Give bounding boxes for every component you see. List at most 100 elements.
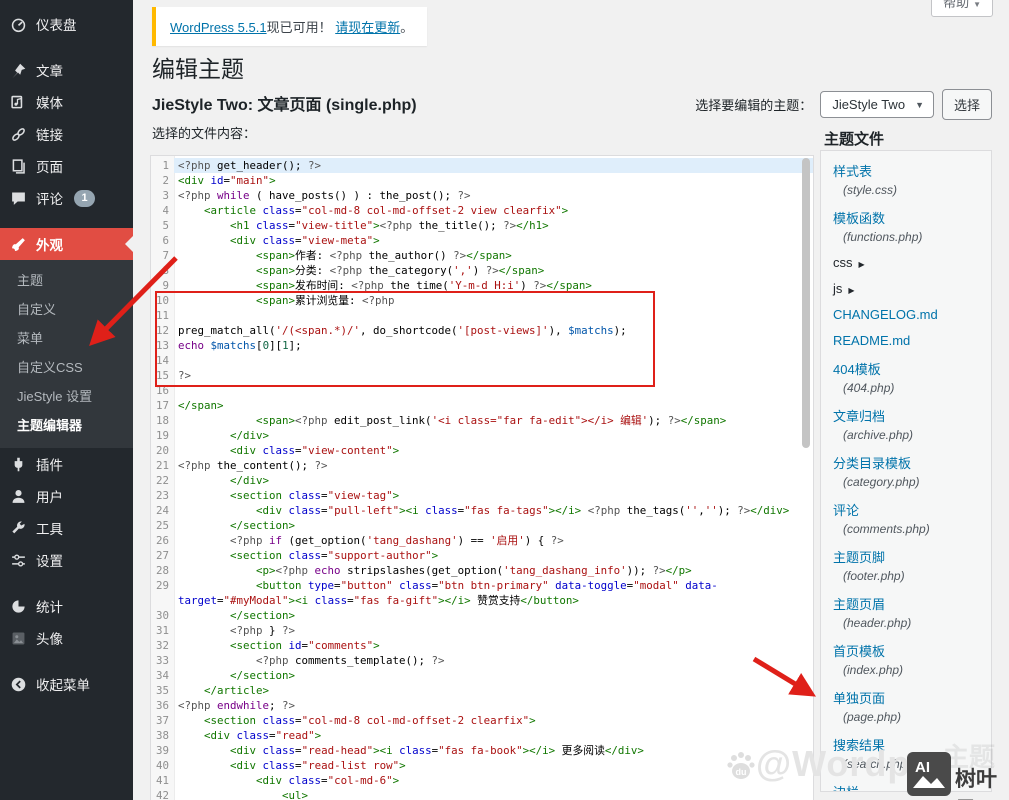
code-text: <h1 class="view-title"><?php the_title()… <box>174 218 813 233</box>
file-item-category-php[interactable]: 分类目录模板(category.php) <box>821 447 991 494</box>
code-text: </section> <box>174 608 813 623</box>
submenu-item-menus[interactable]: 菜单 <box>0 323 133 352</box>
file-item-readme-md[interactable]: README.md <box>821 327 991 353</box>
file-item-404-php[interactable]: 404模板(404.php) <box>821 353 991 400</box>
sidebar-item-label: 用户 <box>36 486 63 506</box>
menu-separator <box>0 214 133 228</box>
chevron-down-icon: ▼ <box>915 100 924 110</box>
media-icon <box>9 93 27 111</box>
file-link: css▶ <box>833 255 981 270</box>
file-item-sidebar-php[interactable]: 边栏(sidebar.php) <box>821 776 991 792</box>
file-item-functions-php[interactable]: 模板函数(functions.php) <box>821 202 991 249</box>
code-line: 2<div id="main"> <box>151 173 813 188</box>
sidebar-item-links[interactable]: 链接 <box>0 118 133 150</box>
sidebar-item-dashboard[interactable]: 仪表盘 <box>0 8 133 40</box>
file-item-archive-php[interactable]: 文章归档(archive.php) <box>821 400 991 447</box>
file-item-page-php[interactable]: 单独页面(page.php) <box>821 682 991 729</box>
tools-icon <box>9 519 27 537</box>
code-text: <div class="view-meta"> <box>174 233 813 248</box>
line-number: 39 <box>151 743 174 758</box>
file-item-changelog-md[interactable]: CHANGELOG.md <box>821 301 991 327</box>
code-line: 15?> <box>151 368 813 383</box>
code-body: 1<?php get_header(); ?>2<div id="main">3… <box>151 156 813 800</box>
sidebar-item-appearance[interactable]: 外观 <box>0 228 133 260</box>
code-text: </div> <box>174 473 813 488</box>
line-number: 31 <box>151 623 174 638</box>
code-line: 5 <h1 class="view-title"><?php the_title… <box>151 218 813 233</box>
sidebar-item-collapse-menu[interactable]: 收起菜单 <box>0 668 133 700</box>
sidebar-item-tools[interactable]: 工具 <box>0 512 133 544</box>
line-number: 1 <box>151 158 174 173</box>
appearance-icon <box>9 235 27 253</box>
code-line: 35 </article> <box>151 683 813 698</box>
file-link: js▶ <box>833 281 981 296</box>
submenu-item-jiestyle-settings[interactable]: JieStyle 设置 <box>0 381 133 410</box>
code-line: 3<?php while ( have_posts() ) : the_post… <box>151 188 813 203</box>
wordpress-version-link[interactable]: WordPress 5.5.1 <box>170 20 267 35</box>
submenu-item-custom-css[interactable]: 自定义CSS <box>0 352 133 381</box>
appearance-submenu: 主题自定义菜单自定义CSSJieStyle 设置主题编辑器 <box>0 260 133 448</box>
settings-icon <box>9 551 27 569</box>
select-theme-button[interactable]: 选择 <box>942 89 992 120</box>
file-link: 单独页面 <box>833 688 981 707</box>
code-line: 19 </div> <box>151 428 813 443</box>
sidebar-item-posts[interactable]: 文章 <box>0 54 133 86</box>
code-text: <?php the_content(); ?> <box>174 458 813 473</box>
code-text: echo $matchs[0][1]; <box>174 338 813 353</box>
code-text: ?> <box>174 368 813 383</box>
code-line: 42 <ul> <box>151 788 813 800</box>
sidebar-item-label: 工具 <box>36 518 63 538</box>
file-filename: (style.css) <box>833 183 981 197</box>
sidebar-item-comments[interactable]: 评论1 <box>0 182 133 214</box>
wordpress-admin-theme-editor: 仪表盘文章媒体链接页面评论1外观主题自定义菜单自定义CSSJieStyle 设置… <box>0 0 1009 800</box>
sidebar-item-plugins[interactable]: 插件 <box>0 448 133 480</box>
sidebar-item-label: 插件 <box>36 454 63 474</box>
sidebar-item-label: 收起菜单 <box>36 674 90 694</box>
sidebar-item-label: 链接 <box>36 124 63 144</box>
sidebar-item-media[interactable]: 媒体 <box>0 86 133 118</box>
sidebar-item-users[interactable]: 用户 <box>0 480 133 512</box>
file-item-footer-php[interactable]: 主题页脚(footer.php) <box>821 541 991 588</box>
file-item-comments-php[interactable]: 评论(comments.php) <box>821 494 991 541</box>
code-line: 1<?php get_header(); ?> <box>151 158 813 173</box>
sidebar-item-pages[interactable]: 页面 <box>0 150 133 182</box>
file-link: 搜索结果 <box>833 735 981 754</box>
sidebar-item-stats[interactable]: 统计 <box>0 590 133 622</box>
sidebar-item-avatar[interactable]: 头像 <box>0 622 133 654</box>
update-now-link[interactable]: 请现在更新 <box>335 20 400 35</box>
theme-files-panel: 样式表(style.css)模板函数(functions.php) css▶ js▶… <box>820 150 992 792</box>
file-item-js-folder[interactable]: js▶ <box>821 275 991 301</box>
code-text: <div class="col-md-6"> <box>174 773 813 788</box>
submenu-item-theme-editor[interactable]: 主题编辑器 <box>0 410 133 439</box>
theme-select-value: JieStyle Two <box>832 97 905 112</box>
file-content-label: 选择的文件内容： <box>152 123 256 142</box>
file-item-header-php[interactable]: 主题页眉(header.php) <box>821 588 991 635</box>
submenu-item-themes[interactable]: 主题 <box>0 265 133 294</box>
file-filename: (index.php) <box>833 663 981 677</box>
code-line: 4 <article class="col-md-8 col-md-offset… <box>151 203 813 218</box>
line-number: 19 <box>151 428 174 443</box>
line-number: 40 <box>151 758 174 773</box>
sidebar-item-settings[interactable]: 设置 <box>0 544 133 576</box>
editor-scrollbar[interactable] <box>802 158 810 448</box>
theme-select-dropdown[interactable]: JieStyle Two ▼ <box>820 91 934 118</box>
admin-menu: 仪表盘文章媒体链接页面评论1外观主题自定义菜单自定义CSSJieStyle 设置… <box>0 0 133 700</box>
line-number: 35 <box>151 683 174 698</box>
sidebar-item-label: 仪表盘 <box>36 14 77 34</box>
submenu-item-customize[interactable]: 自定义 <box>0 294 133 323</box>
help-button[interactable]: 帮助▼ <box>931 0 993 17</box>
file-item-search-php[interactable]: 搜索结果(search.php) <box>821 729 991 776</box>
code-line: 34 </section> <box>151 668 813 683</box>
code-editor[interactable]: 1<?php get_header(); ?>2<div id="main">3… <box>150 155 814 800</box>
line-number: 18 <box>151 413 174 428</box>
code-line: 11 <box>151 308 813 323</box>
file-item-style-css[interactable]: 样式表(style.css) <box>821 155 991 202</box>
line-number: 23 <box>151 488 174 503</box>
file-link: 主题页眉 <box>833 594 981 613</box>
file-item-css-folder[interactable]: css▶ <box>821 249 991 275</box>
file-item-index-php[interactable]: 首页模板(index.php) <box>821 635 991 682</box>
help-button-label: 帮助 <box>943 0 969 10</box>
code-line: 13echo $matchs[0][1]; <box>151 338 813 353</box>
pending-count-badge: 1 <box>74 190 95 207</box>
line-number: 25 <box>151 518 174 533</box>
